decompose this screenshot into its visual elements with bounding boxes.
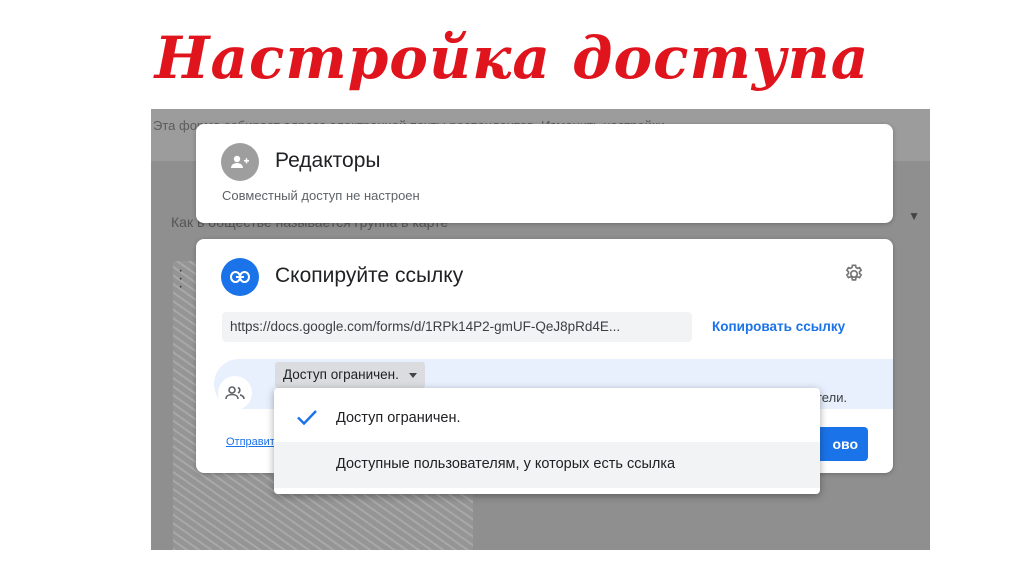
menu-option-restricted[interactable]: Доступ ограничен. <box>274 396 820 442</box>
access-dropdown-menu: Доступ ограничен. Доступные пользователя… <box>274 388 820 494</box>
share-url-field[interactable]: https://docs.google.com/forms/d/1RPk14P2… <box>222 312 692 342</box>
menu-option-label: Доступ ограничен. <box>336 410 461 426</box>
people-icon <box>218 376 252 410</box>
editors-heading: Редакторы <box>275 149 381 172</box>
access-description: тели. <box>816 390 848 405</box>
gear-icon[interactable] <box>843 263 865 290</box>
copy-link-heading: Скопируйте ссылку <box>275 264 464 287</box>
check-icon <box>296 408 318 430</box>
editors-subtitle: Совместный доступ не настроен <box>222 188 420 203</box>
more-vert-icon: · · · <box>178 262 184 295</box>
add-person-icon[interactable] <box>221 143 259 181</box>
menu-option-anyone-with-link[interactable]: Доступные пользователям, у которых есть … <box>274 442 820 488</box>
copy-link-button[interactable]: Копировать ссылку <box>712 319 845 334</box>
caret-down-icon: ▼ <box>908 209 920 223</box>
access-dropdown-button[interactable]: Доступ ограничен. <box>275 362 425 388</box>
link-icon <box>221 258 259 296</box>
slide-title: Настройка доступа <box>154 24 870 92</box>
menu-option-label: Доступные пользователям, у которых есть … <box>336 456 676 472</box>
editors-card: Редакторы Совместный доступ не настроен <box>196 124 893 223</box>
send-feedback-link[interactable]: Отправит <box>226 436 275 448</box>
access-dropdown-value: Доступ ограничен. <box>283 367 399 382</box>
caret-down-icon <box>408 372 417 378</box>
